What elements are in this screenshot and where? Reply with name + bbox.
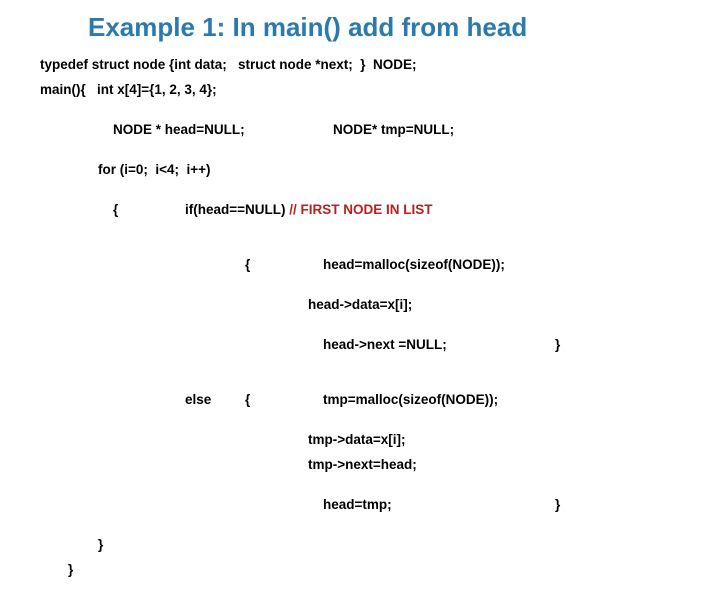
code-line-main-decl: main(){ int x[4]={1, 2, 3, 4}; <box>40 82 680 97</box>
tmp-malloc: tmp=malloc(sizeof(NODE)); <box>323 392 498 407</box>
else-open-brace: { <box>245 392 323 407</box>
code-line-malloc-head: {head=malloc(sizeof(NODE)); <box>40 242 680 287</box>
code-line-for: for (i=0; i<4; i++) <box>40 162 680 177</box>
code-line-else: else{tmp=malloc(sizeof(NODE)); <box>40 377 680 422</box>
inner-open-brace: { <box>245 257 323 272</box>
code-line-head-next: head->next =NULL;} <box>40 322 680 367</box>
code-line-tmp-data: tmp->data=x[i]; <box>40 432 680 447</box>
code-head-decl: NODE * head=NULL; <box>113 122 333 137</box>
head-next-null: head->next =NULL; <box>323 337 555 352</box>
open-brace: { <box>113 202 185 217</box>
head-eq-tmp: head=tmp; <box>323 497 555 512</box>
else-kw: else <box>185 392 245 407</box>
code-line-close-main: } <box>40 562 680 577</box>
slide: Example 1: In main() add from head typed… <box>0 0 720 607</box>
code-line-tmp-next: tmp->next=head; <box>40 457 680 472</box>
code-line-head-assign: head=tmp;} <box>40 482 680 527</box>
head-malloc: head=malloc(sizeof(NODE)); <box>323 257 505 272</box>
code-line-head-data: head->data=x[i]; <box>40 297 680 312</box>
code-line-typedef: typedef struct node {int data; struct no… <box>40 57 680 72</box>
code-line-close-for: } <box>40 537 680 552</box>
code-line-decls: NODE * head=NULL;NODE* tmp=NULL; <box>40 107 680 152</box>
close-brace-else: } <box>555 497 560 512</box>
code-line-if: {if(head==NULL) // FIRST NODE IN LIST <box>40 187 680 232</box>
code-tmp-decl: NODE* tmp=NULL; <box>333 122 454 137</box>
slide-title: Example 1: In main() add from head <box>88 12 680 43</box>
comment-first-node: // FIRST NODE IN LIST <box>289 202 432 217</box>
if-cond: if(head==NULL) <box>185 202 289 217</box>
close-brace-if: } <box>555 337 560 352</box>
